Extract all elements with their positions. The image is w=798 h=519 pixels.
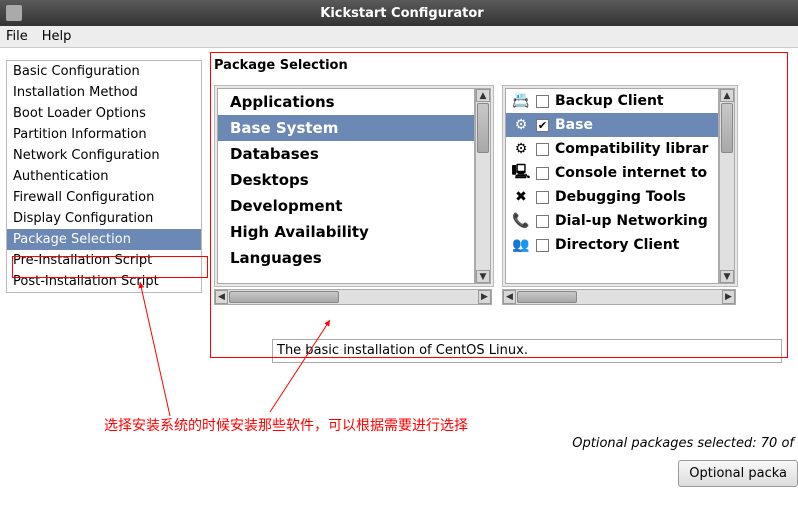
category-item[interactable]: Development	[218, 193, 474, 219]
package-label: Base	[555, 117, 593, 133]
sidebar-item[interactable]: Basic Configuration	[7, 61, 201, 82]
sidebar-list: Basic ConfigurationInstallation MethodBo…	[6, 60, 202, 293]
scroll-right-icon[interactable]: ▶	[722, 290, 735, 304]
package-icon: 👥	[512, 236, 530, 254]
menu-bar: File Help	[0, 26, 798, 48]
window-title: Kickstart Configurator	[30, 6, 774, 21]
package-item[interactable]: 🖳 Console internet to	[506, 161, 718, 185]
sidebar-item[interactable]: Pre-Installation Script	[7, 250, 201, 271]
package-item[interactable]: ⚙ Compatibility librar	[506, 137, 718, 161]
scroll-down-icon[interactable]: ▼	[720, 270, 734, 283]
title-bar: Kickstart Configurator	[0, 0, 798, 26]
package-label: Compatibility librar	[555, 141, 708, 157]
category-list[interactable]: ApplicationsBase SystemDatabasesDesktops…	[217, 88, 475, 284]
package-icon: ⚙	[512, 116, 530, 134]
scroll-thumb[interactable]	[721, 103, 733, 153]
sidebar-item[interactable]: Authentication	[7, 166, 201, 187]
category-item[interactable]: High Availability	[218, 219, 474, 245]
package-icon: 🖳	[512, 164, 530, 182]
package-icon: 📞	[512, 212, 530, 230]
package-checkbox[interactable]	[536, 95, 549, 108]
package-item[interactable]: ⚙ ✔ Base	[506, 113, 718, 137]
package-icon: ✖	[512, 188, 530, 206]
app-icon	[6, 5, 22, 21]
package-label: Directory Client	[555, 237, 679, 253]
package-checkbox[interactable]: ✔	[536, 119, 549, 132]
package-checkbox[interactable]	[536, 191, 549, 204]
package-vscrollbar[interactable]: ▲ ▼	[719, 88, 735, 284]
category-item[interactable]: Desktops	[218, 167, 474, 193]
package-checkbox[interactable]	[536, 167, 549, 180]
sidebar-item[interactable]: Package Selection	[7, 229, 201, 250]
package-label: Debugging Tools	[555, 189, 686, 205]
package-list-wrap: 📇 Backup Client ⚙ ✔ Base ⚙ Compatibility libra…	[502, 85, 738, 287]
sidebar: Basic ConfigurationInstallation MethodBo…	[0, 48, 208, 519]
scroll-up-icon[interactable]: ▲	[476, 89, 490, 102]
package-hscrollbar[interactable]: ◀ ▶	[502, 289, 736, 305]
scroll-thumb[interactable]	[229, 291, 339, 303]
scroll-left-icon[interactable]: ◀	[503, 290, 516, 304]
scroll-left-icon[interactable]: ◀	[215, 290, 228, 304]
package-label: Dial-up Networking	[555, 213, 708, 229]
package-checkbox[interactable]	[536, 215, 549, 228]
sidebar-item[interactable]: Firewall Configuration	[7, 187, 201, 208]
package-checkbox[interactable]	[536, 143, 549, 156]
package-icon: ⚙	[512, 140, 530, 158]
package-list[interactable]: 📇 Backup Client ⚙ ✔ Base ⚙ Compatibility libra…	[505, 88, 719, 284]
scroll-thumb[interactable]	[477, 103, 489, 153]
sidebar-item[interactable]: Display Configuration	[7, 208, 201, 229]
package-item[interactable]: 👥 Directory Client	[506, 233, 718, 257]
optional-packages-button[interactable]: Optional packa	[678, 460, 798, 487]
category-item[interactable]: Applications	[218, 89, 474, 115]
category-item[interactable]: Languages	[218, 245, 474, 271]
category-hscrollbar[interactable]: ◀ ▶	[214, 289, 492, 305]
package-item[interactable]: 📇 Backup Client	[506, 89, 718, 113]
scroll-down-icon[interactable]: ▼	[476, 270, 490, 283]
sidebar-item[interactable]: Installation Method	[7, 82, 201, 103]
annotation-text: 选择安装系统的时候安装那些软件，可以根据需要进行选择	[104, 415, 468, 435]
package-checkbox[interactable]	[536, 239, 549, 252]
category-vscrollbar[interactable]: ▲ ▼	[475, 88, 491, 284]
sidebar-item[interactable]: Partition Information	[7, 124, 201, 145]
package-item[interactable]: 📞 Dial-up Networking	[506, 209, 718, 233]
category-list-wrap: ApplicationsBase SystemDatabasesDesktops…	[214, 85, 494, 287]
package-icon: 📇	[512, 92, 530, 110]
category-item[interactable]: Databases	[218, 141, 474, 167]
sidebar-item[interactable]: Network Configuration	[7, 145, 201, 166]
status-label: Optional packages selected: 70 of	[572, 436, 794, 451]
panel-title: Package Selection	[214, 58, 798, 73]
description-box: The basic installation of CentOS Linux.	[272, 339, 782, 363]
package-label: Backup Client	[555, 93, 664, 109]
scroll-thumb[interactable]	[517, 291, 577, 303]
category-item[interactable]: Base System	[218, 115, 474, 141]
menu-help[interactable]: Help	[42, 29, 72, 44]
package-item[interactable]: ✖ Debugging Tools	[506, 185, 718, 209]
package-label: Console internet to	[555, 165, 707, 181]
scroll-right-icon[interactable]: ▶	[478, 290, 491, 304]
scroll-up-icon[interactable]: ▲	[720, 89, 734, 102]
sidebar-item[interactable]: Post-Installation Script	[7, 271, 201, 292]
sidebar-item[interactable]: Boot Loader Options	[7, 103, 201, 124]
menu-file[interactable]: File	[6, 29, 28, 44]
